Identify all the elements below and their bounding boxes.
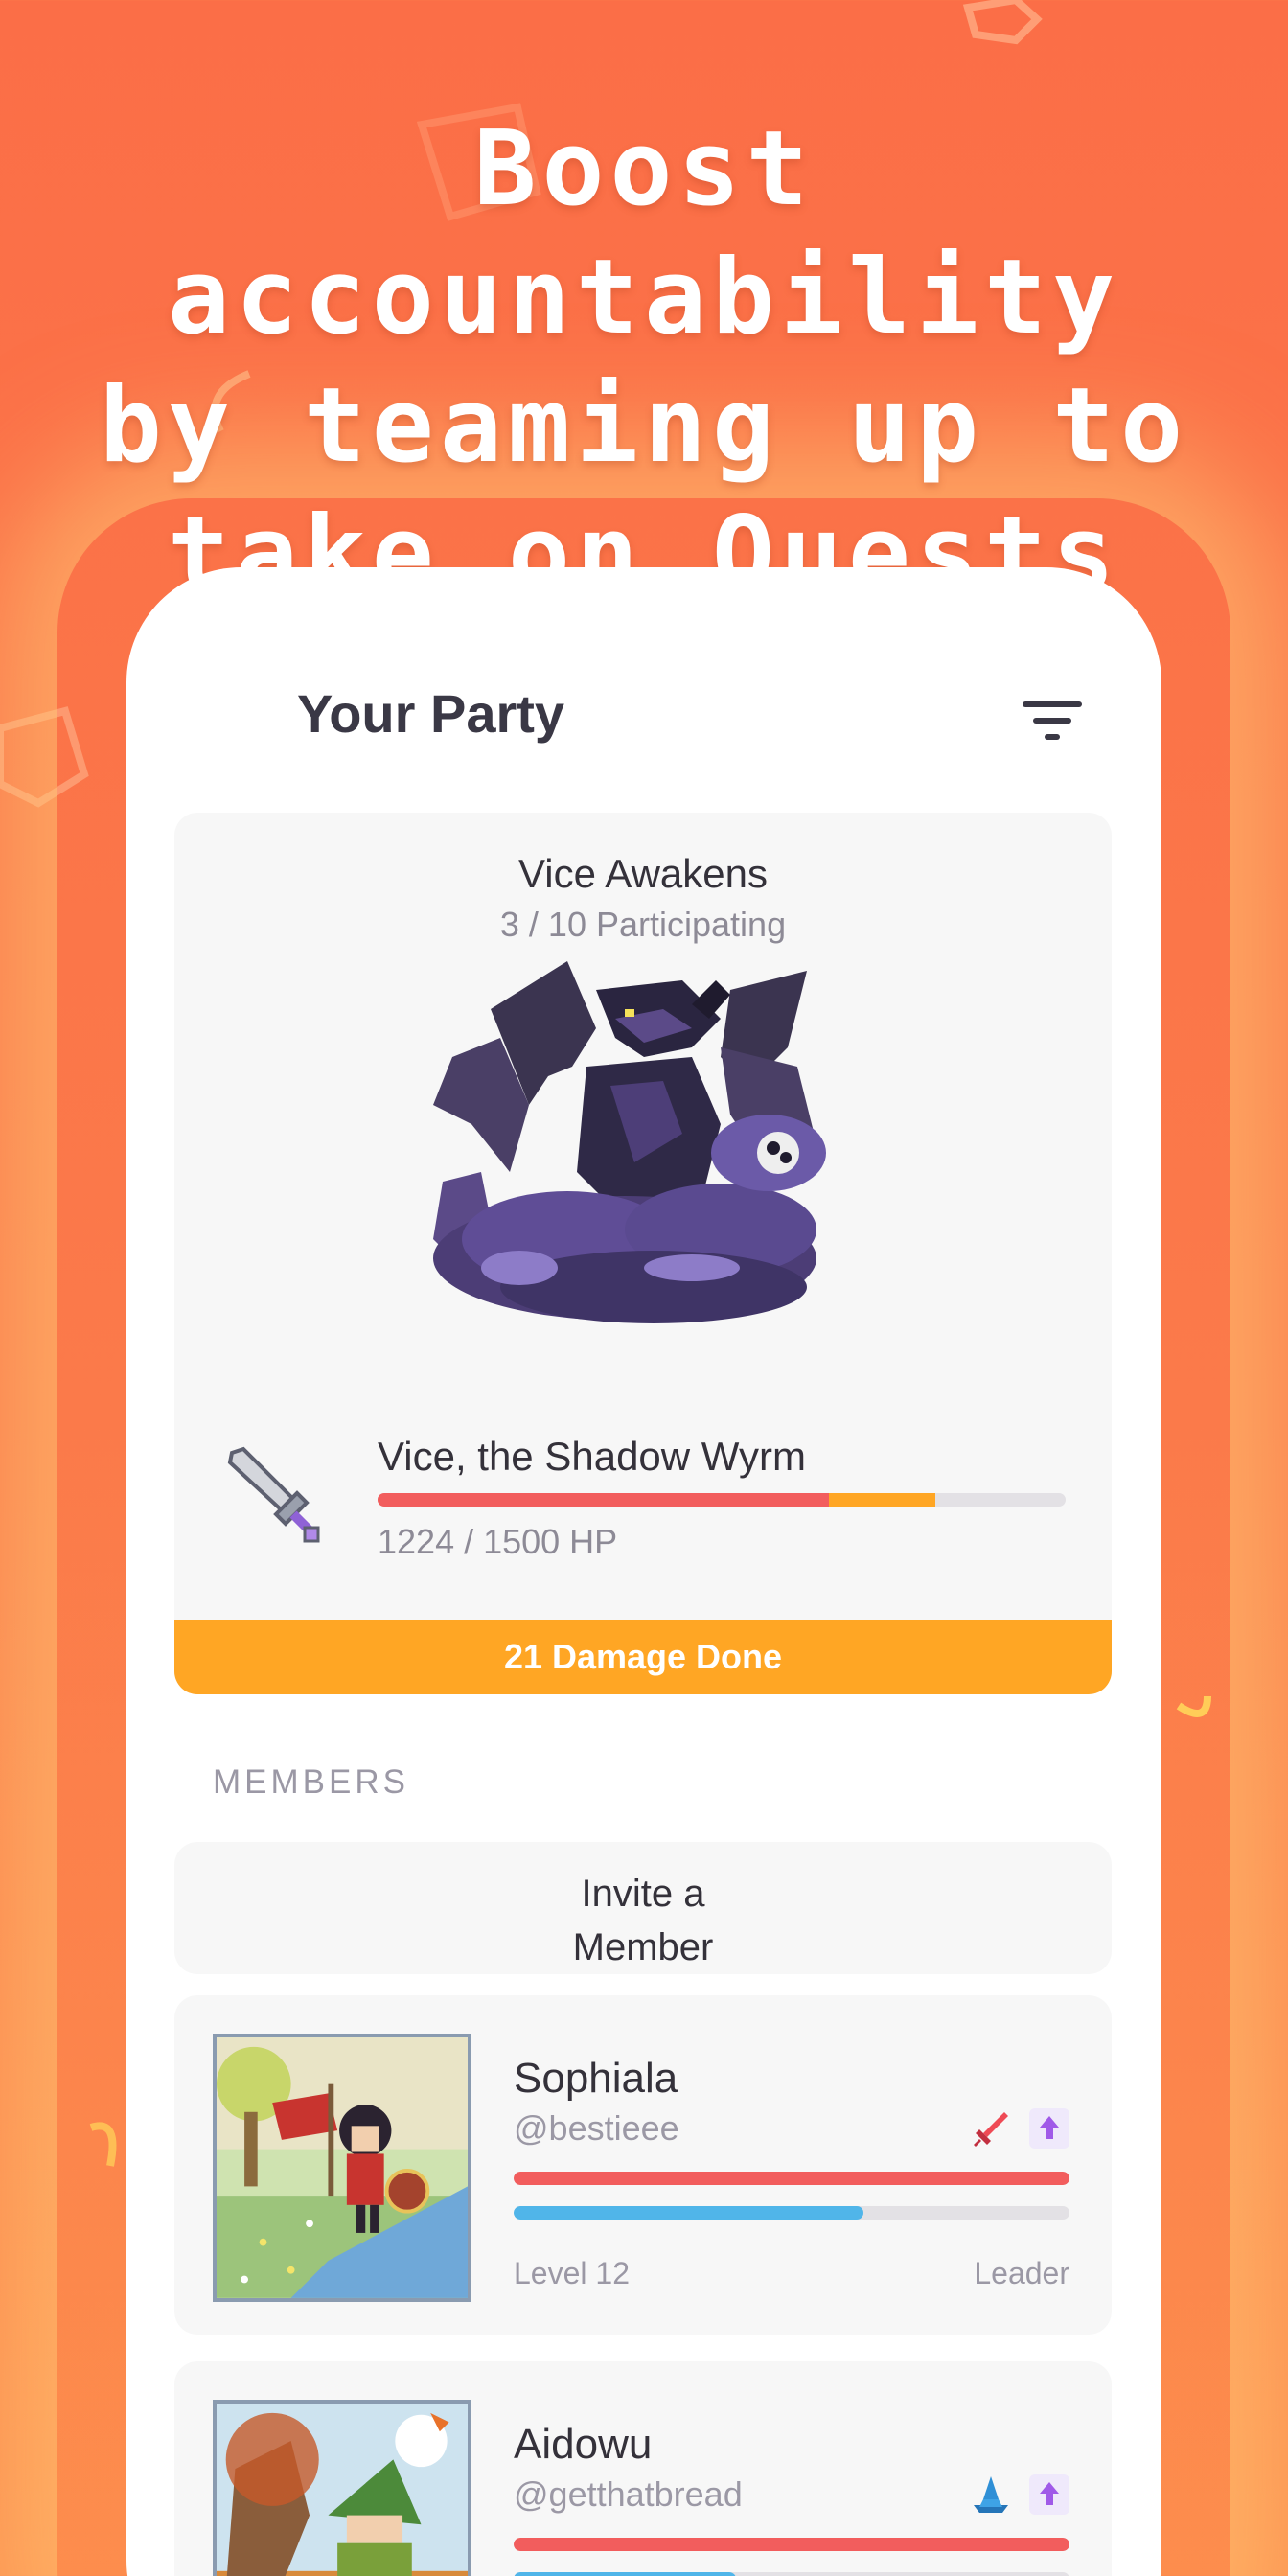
- member-card[interactable]: Sophiala @bestieee Level 12 Leader: [174, 1995, 1112, 2334]
- level-up-icon[interactable]: [1029, 2474, 1070, 2515]
- invite-label-line-1: Invite a: [581, 1873, 705, 1915]
- quest-title: Vice Awakens: [518, 851, 768, 896]
- member-level: Level 12: [514, 2256, 630, 2290]
- member-name: Aidowu: [514, 2421, 653, 2468]
- quest-card[interactable]: Vice Awakens 3 / 10 Participating Vice, …: [174, 813, 1112, 1694]
- phone-screen: Your Party Vice Awakens 3 / 10 Participa…: [126, 567, 1162, 2576]
- sword-icon: [974, 2112, 1008, 2147]
- mage-hat-icon: [974, 2476, 1008, 2513]
- boss-hp-text: 1224 / 1500 HP: [378, 1522, 618, 1561]
- quest-participating: 3 / 10 Participating: [499, 905, 787, 944]
- level-up-icon[interactable]: [1029, 2108, 1070, 2149]
- avatar: [213, 2034, 472, 2302]
- pending-damage-fill: [829, 1493, 936, 1506]
- filter-icon: [1023, 702, 1082, 707]
- arrow-up-icon: [1040, 2482, 1059, 2505]
- member-exp-fill: [514, 2572, 736, 2576]
- members-section-label: MEMBERS: [213, 1763, 409, 1801]
- member-health-bar: [514, 2538, 1070, 2551]
- boss-name: Vice, the Shadow Wyrm: [378, 1434, 807, 1479]
- member-handle: @getthatbread: [514, 2474, 743, 2514]
- member-card[interactable]: Aidowu @getthatbread: [174, 2361, 1112, 2576]
- member-health-bar: [514, 2172, 1070, 2185]
- promo-headline: Boost accountability by teaming up to ta…: [0, 105, 1288, 619]
- headline-line-2: by teaming up to: [99, 366, 1189, 486]
- invite-member-label: Invite a Member: [174, 1867, 1112, 1974]
- damage-done-banner: 21 Damage Done: [174, 1620, 1112, 1694]
- member-exp-bar: [514, 2572, 1070, 2576]
- boss-hp-bar: [378, 1493, 1066, 1506]
- arrow-up-icon: [1040, 2116, 1059, 2139]
- filter-icon-line-2: [1033, 718, 1071, 724]
- top-bar: Your Party: [126, 567, 1162, 807]
- member-handle: @bestieee: [514, 2108, 679, 2148]
- member-health-fill: [514, 2538, 1070, 2551]
- page-title: Your Party: [297, 683, 565, 744]
- filter-icon-line-3: [1045, 734, 1060, 740]
- invite-label-line-2: Member: [572, 1926, 714, 1968]
- member-health-fill: [514, 2172, 1070, 2185]
- member-name: Sophiala: [514, 2055, 678, 2102]
- avatar: [213, 2400, 472, 2576]
- member-exp-fill: [514, 2206, 864, 2220]
- member-exp-bar: [514, 2206, 1070, 2220]
- member-role: Leader: [974, 2256, 1070, 2290]
- boss-dragon-art: [433, 961, 826, 1323]
- boss-hp-fill: [378, 1493, 829, 1506]
- headline-line-1: Boost accountability: [167, 109, 1121, 357]
- invite-member-button[interactable]: Invite a Member: [174, 1842, 1112, 1974]
- sword-icon: [227, 1446, 320, 1543]
- filter-button[interactable]: [1018, 692, 1094, 749]
